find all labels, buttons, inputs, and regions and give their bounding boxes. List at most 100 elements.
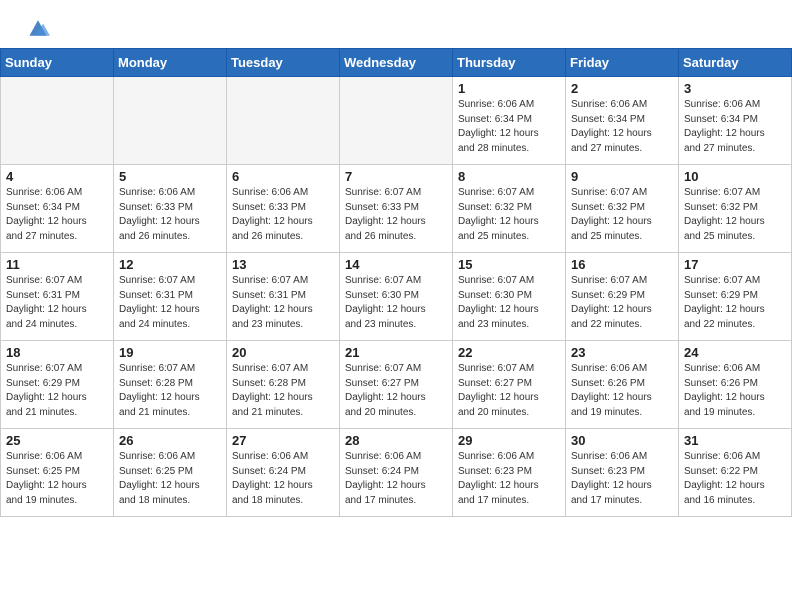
day-info: Sunrise: 6:06 AM Sunset: 6:24 PM Dayligh…	[345, 450, 447, 508]
weekday-header-thursday: Thursday	[453, 49, 566, 77]
calendar-cell: 7 Sunrise: 6:07 AM Sunset: 6:33 PM Daylig…	[340, 165, 453, 253]
calendar-cell: 12 Sunrise: 6:07 AM Sunset: 6:31 PM Dayli…	[114, 253, 227, 341]
day-info: Sunrise: 6:06 AM Sunset: 6:26 PM Dayligh…	[571, 362, 673, 420]
day-info: Sunrise: 6:07 AM Sunset: 6:27 PM Dayligh…	[345, 362, 447, 420]
calendar-cell: 23 Sunrise: 6:06 AM Sunset: 6:26 PM Dayli…	[566, 341, 679, 429]
calendar-cell: 4 Sunrise: 6:06 AM Sunset: 6:34 PM Daylig…	[1, 165, 114, 253]
calendar-cell	[114, 77, 227, 165]
calendar-header: SundayMondayTuesdayWednesdayThursdayFrid…	[1, 49, 792, 77]
day-info: Sunrise: 6:06 AM Sunset: 6:34 PM Dayligh…	[571, 98, 673, 156]
day-number: 20	[232, 345, 334, 360]
day-info: Sunrise: 6:07 AM Sunset: 6:30 PM Dayligh…	[345, 274, 447, 332]
day-info: Sunrise: 6:07 AM Sunset: 6:29 PM Dayligh…	[571, 274, 673, 332]
day-number: 2	[571, 81, 673, 96]
calendar-cell: 17 Sunrise: 6:07 AM Sunset: 6:29 PM Dayli…	[679, 253, 792, 341]
day-number: 29	[458, 433, 560, 448]
calendar-cell: 10Sunrise: 6:07 AM Sunset: 6:32 PM Dayli…	[679, 165, 792, 253]
calendar-cell: 9Sunrise: 6:07 AM Sunset: 6:32 PM Daylig…	[566, 165, 679, 253]
calendar-cell: 16 Sunrise: 6:07 AM Sunset: 6:29 PM Dayli…	[566, 253, 679, 341]
day-info: Sunrise: 6:07 AM Sunset: 6:30 PM Dayligh…	[458, 274, 560, 332]
day-number: 24	[684, 345, 786, 360]
weekday-header-tuesday: Tuesday	[227, 49, 340, 77]
calendar-cell: 29 Sunrise: 6:06 AM Sunset: 6:23 PM Dayli…	[453, 429, 566, 517]
day-info: Sunrise: 6:06 AM Sunset: 6:34 PM Dayligh…	[684, 98, 786, 156]
calendar-cell: 26Sunrise: 6:06 AM Sunset: 6:25 PM Dayli…	[114, 429, 227, 517]
day-info: Sunrise: 6:07 AM Sunset: 6:32 PM Dayligh…	[684, 186, 786, 244]
calendar-cell: 21 Sunrise: 6:07 AM Sunset: 6:27 PM Dayli…	[340, 341, 453, 429]
calendar-cell: 25 Sunrise: 6:06 AM Sunset: 6:25 PM Dayli…	[1, 429, 114, 517]
calendar-cell: 22Sunrise: 6:07 AM Sunset: 6:27 PM Dayli…	[453, 341, 566, 429]
day-number: 1	[458, 81, 560, 96]
day-number: 7	[345, 169, 447, 184]
day-info: Sunrise: 6:06 AM Sunset: 6:24 PM Dayligh…	[232, 450, 334, 508]
day-info: Sunrise: 6:07 AM Sunset: 6:29 PM Dayligh…	[6, 362, 108, 420]
calendar-cell: 30 Sunrise: 6:06 AM Sunset: 6:23 PM Dayli…	[566, 429, 679, 517]
calendar-cell	[1, 77, 114, 165]
day-number: 27	[232, 433, 334, 448]
day-info: Sunrise: 6:07 AM Sunset: 6:31 PM Dayligh…	[119, 274, 221, 332]
weekday-header-friday: Friday	[566, 49, 679, 77]
day-info: Sunrise: 6:07 AM Sunset: 6:33 PM Dayligh…	[345, 186, 447, 244]
day-info: Sunrise: 6:06 AM Sunset: 6:25 PM Dayligh…	[6, 450, 108, 508]
calendar-cell: 18 Sunrise: 6:07 AM Sunset: 6:29 PM Dayli…	[1, 341, 114, 429]
day-number: 4	[6, 169, 108, 184]
calendar-cell	[340, 77, 453, 165]
day-info: Sunrise: 6:06 AM Sunset: 6:26 PM Dayligh…	[684, 362, 786, 420]
calendar-cell: 8Sunrise: 6:07 AM Sunset: 6:32 PM Daylig…	[453, 165, 566, 253]
calendar-cell: 11Sunrise: 6:07 AM Sunset: 6:31 PM Dayli…	[1, 253, 114, 341]
day-number: 19	[119, 345, 221, 360]
day-number: 16	[571, 257, 673, 272]
day-info: Sunrise: 6:06 AM Sunset: 6:23 PM Dayligh…	[458, 450, 560, 508]
calendar-body: 1 Sunrise: 6:06 AM Sunset: 6:34 PM Daylig…	[1, 77, 792, 517]
day-info: Sunrise: 6:07 AM Sunset: 6:31 PM Dayligh…	[6, 274, 108, 332]
weekday-header-sunday: Sunday	[1, 49, 114, 77]
day-number: 15	[458, 257, 560, 272]
calendar-cell: 2 Sunrise: 6:06 AM Sunset: 6:34 PM Daylig…	[566, 77, 679, 165]
calendar-cell: 24 Sunrise: 6:06 AM Sunset: 6:26 PM Dayli…	[679, 341, 792, 429]
calendar-cell: 1Sunrise: 6:06 AM Sunset: 6:34 PM Daylig…	[453, 77, 566, 165]
calendar-cell: 14 Sunrise: 6:07 AM Sunset: 6:30 PM Dayli…	[340, 253, 453, 341]
page-header	[0, 0, 792, 48]
calendar-cell: 31 Sunrise: 6:06 AM Sunset: 6:22 PM Dayli…	[679, 429, 792, 517]
calendar-week-1: 4 Sunrise: 6:06 AM Sunset: 6:34 PM Daylig…	[1, 165, 792, 253]
day-number: 21	[345, 345, 447, 360]
calendar-cell: 3 Sunrise: 6:06 AM Sunset: 6:34 PM Daylig…	[679, 77, 792, 165]
weekday-header-wednesday: Wednesday	[340, 49, 453, 77]
day-info: Sunrise: 6:07 AM Sunset: 6:31 PM Dayligh…	[232, 274, 334, 332]
day-number: 25	[6, 433, 108, 448]
day-number: 6	[232, 169, 334, 184]
day-number: 18	[6, 345, 108, 360]
day-number: 31	[684, 433, 786, 448]
day-number: 3	[684, 81, 786, 96]
calendar-week-0: 1 Sunrise: 6:06 AM Sunset: 6:34 PM Daylig…	[1, 77, 792, 165]
day-number: 28	[345, 433, 447, 448]
day-number: 17	[684, 257, 786, 272]
day-number: 5	[119, 169, 221, 184]
day-info: Sunrise: 6:07 AM Sunset: 6:28 PM Dayligh…	[232, 362, 334, 420]
calendar-cell: 13 Sunrise: 6:07 AM Sunset: 6:31 PM Dayli…	[227, 253, 340, 341]
day-number: 14	[345, 257, 447, 272]
weekday-header-monday: Monday	[114, 49, 227, 77]
day-number: 13	[232, 257, 334, 272]
day-number: 30	[571, 433, 673, 448]
day-info: Sunrise: 6:06 AM Sunset: 6:34 PM Dayligh…	[6, 186, 108, 244]
day-info: Sunrise: 6:06 AM Sunset: 6:33 PM Dayligh…	[232, 186, 334, 244]
calendar-table: SundayMondayTuesdayWednesdayThursdayFrid…	[0, 48, 792, 517]
calendar-cell	[227, 77, 340, 165]
calendar-cell: 6 Sunrise: 6:06 AM Sunset: 6:33 PM Daylig…	[227, 165, 340, 253]
calendar-cell: 28 Sunrise: 6:06 AM Sunset: 6:24 PM Dayli…	[340, 429, 453, 517]
day-info: Sunrise: 6:06 AM Sunset: 6:22 PM Dayligh…	[684, 450, 786, 508]
day-info: Sunrise: 6:06 AM Sunset: 6:33 PM Dayligh…	[119, 186, 221, 244]
day-info: Sunrise: 6:07 AM Sunset: 6:29 PM Dayligh…	[684, 274, 786, 332]
day-info: Sunrise: 6:06 AM Sunset: 6:25 PM Dayligh…	[119, 450, 221, 508]
calendar-week-2: 11Sunrise: 6:07 AM Sunset: 6:31 PM Dayli…	[1, 253, 792, 341]
weekday-header-saturday: Saturday	[679, 49, 792, 77]
day-info: Sunrise: 6:06 AM Sunset: 6:23 PM Dayligh…	[571, 450, 673, 508]
weekday-header-row: SundayMondayTuesdayWednesdayThursdayFrid…	[1, 49, 792, 77]
day-number: 23	[571, 345, 673, 360]
day-number: 12	[119, 257, 221, 272]
logo	[24, 18, 50, 38]
calendar-cell: 5 Sunrise: 6:06 AM Sunset: 6:33 PM Daylig…	[114, 165, 227, 253]
calendar-cell: 20 Sunrise: 6:07 AM Sunset: 6:28 PM Dayli…	[227, 341, 340, 429]
day-number: 22	[458, 345, 560, 360]
